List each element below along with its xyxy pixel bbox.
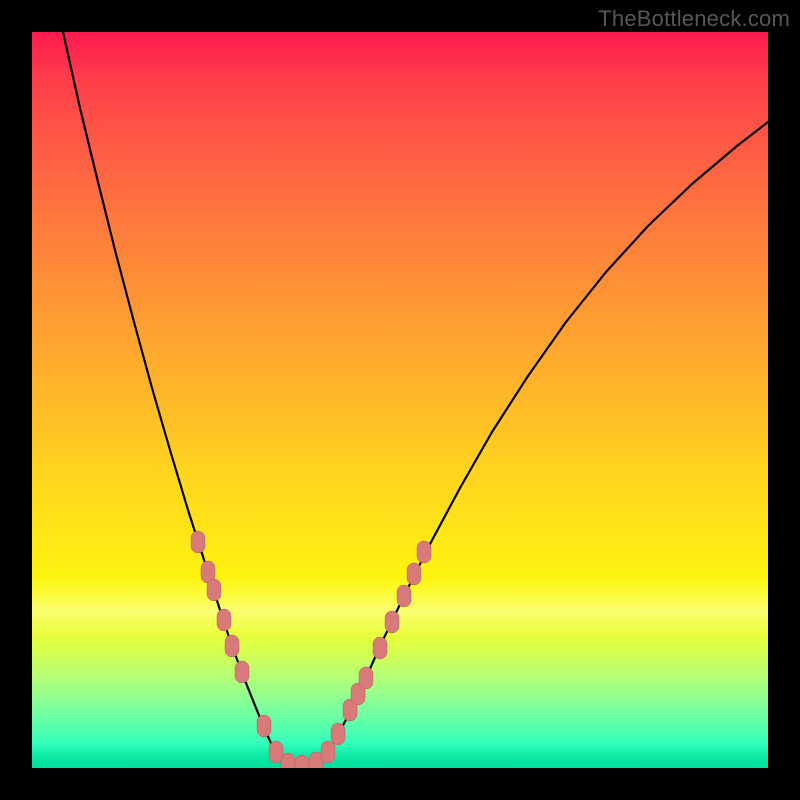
- data-marker: [343, 699, 357, 721]
- data-marker: [257, 715, 271, 737]
- highlight-band: [32, 578, 768, 638]
- data-marker: [321, 741, 335, 763]
- data-marker: [269, 741, 283, 763]
- markers-left: [191, 531, 323, 768]
- data-marker: [417, 541, 431, 563]
- data-marker: [295, 755, 309, 768]
- data-marker: [359, 667, 373, 689]
- data-marker: [217, 609, 231, 631]
- data-marker: [201, 561, 215, 583]
- data-marker: [191, 531, 205, 553]
- bottleneck-curve: [63, 32, 768, 766]
- data-marker: [235, 661, 249, 683]
- watermark-text: TheBottleneck.com: [598, 6, 790, 32]
- data-marker: [397, 585, 411, 607]
- chart-frame: TheBottleneck.com: [0, 0, 800, 800]
- data-marker: [351, 683, 365, 705]
- data-marker: [225, 635, 239, 657]
- data-marker: [385, 611, 399, 633]
- data-marker: [207, 579, 221, 601]
- data-marker: [331, 723, 345, 745]
- plot-area: [32, 32, 768, 768]
- markers-right: [321, 541, 431, 763]
- data-marker: [309, 752, 323, 768]
- data-marker: [281, 753, 295, 768]
- curve-svg: [32, 32, 768, 768]
- green-foot-band: [32, 744, 768, 768]
- data-marker: [373, 637, 387, 659]
- data-marker: [407, 563, 421, 585]
